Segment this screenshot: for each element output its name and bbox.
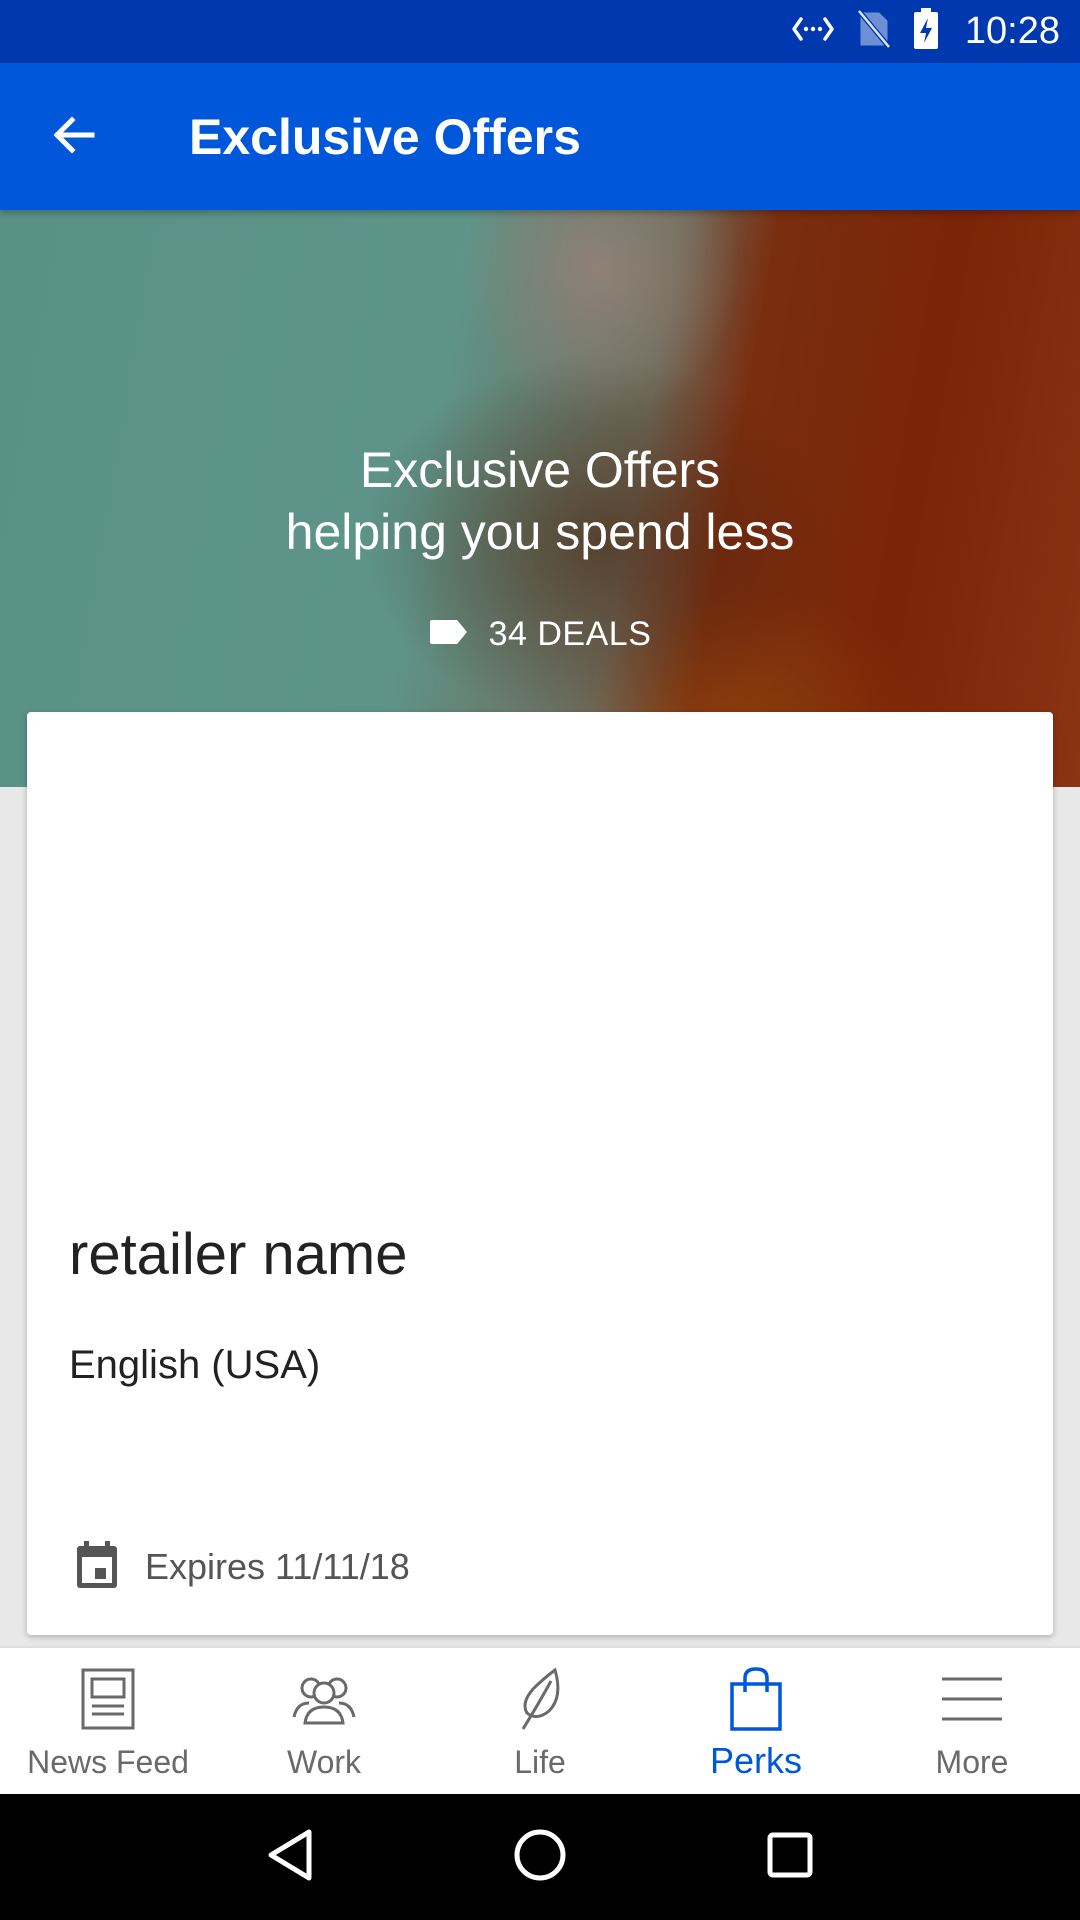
- people-icon: [291, 1664, 357, 1734]
- hero-banner: Exclusive Offers helping you spend less …: [0, 210, 1080, 787]
- back-button[interactable]: [30, 93, 118, 181]
- nav-more[interactable]: More: [864, 1648, 1080, 1794]
- system-recents-button[interactable]: [750, 1817, 830, 1897]
- nav-work[interactable]: Work: [216, 1648, 432, 1794]
- offer-card[interactable]: retailer name English (USA) Expires 11/1…: [27, 712, 1053, 1635]
- system-back-button[interactable]: [250, 1817, 330, 1897]
- status-icons: 10:28: [791, 0, 1060, 63]
- nav-label-life: Life: [514, 1744, 566, 1780]
- expiry-date: Expires 11/11/18: [145, 1546, 410, 1587]
- data-transfer-icon: [791, 14, 835, 49]
- nav-life[interactable]: Life: [432, 1648, 648, 1794]
- retailer-name: retailer name: [69, 1222, 408, 1287]
- nav-label-news-feed: News Feed: [27, 1744, 189, 1780]
- offer-locale: English (USA): [69, 1343, 321, 1387]
- home-circle-icon: [513, 1828, 567, 1887]
- status-bar: 10:28: [0, 0, 1080, 63]
- hero-subtitle: helping you spend less: [285, 504, 795, 560]
- battery-charging-icon: [913, 8, 939, 55]
- app-bar: Exclusive Offers: [0, 63, 1080, 210]
- hero-title: Exclusive Offers: [359, 442, 721, 498]
- back-triangle-icon: [265, 1828, 315, 1887]
- status-time: 10:28: [964, 10, 1060, 52]
- newspaper-icon: [80, 1664, 136, 1734]
- nav-label-work: Work: [286, 1744, 362, 1780]
- arrow-left-icon: [50, 111, 98, 164]
- bottom-navigation: News Feed Work Life Perks More: [0, 1648, 1080, 1794]
- shopping-bag-icon: [729, 1664, 783, 1734]
- expiry-row: Expires 11/11/18: [75, 1537, 410, 1597]
- tag-icon: [429, 618, 469, 651]
- leaf-icon: [515, 1664, 565, 1734]
- calendar-icon: [75, 1540, 119, 1594]
- nav-news-feed[interactable]: News Feed: [0, 1648, 216, 1794]
- menu-icon: [940, 1664, 1004, 1734]
- nav-label-perks: Perks: [709, 1740, 803, 1781]
- system-navigation-bar: [0, 1794, 1080, 1920]
- recents-square-icon: [766, 1831, 814, 1884]
- nav-perks[interactable]: Perks: [648, 1648, 864, 1794]
- deals-label: 34 DEALS: [488, 615, 652, 653]
- nav-label-more: More: [935, 1744, 1009, 1780]
- deals-count[interactable]: 34 DEALS: [0, 615, 1080, 654]
- no-sim-icon: [856, 9, 891, 54]
- system-home-button[interactable]: [500, 1817, 580, 1897]
- page-title: Exclusive Offers: [189, 109, 581, 165]
